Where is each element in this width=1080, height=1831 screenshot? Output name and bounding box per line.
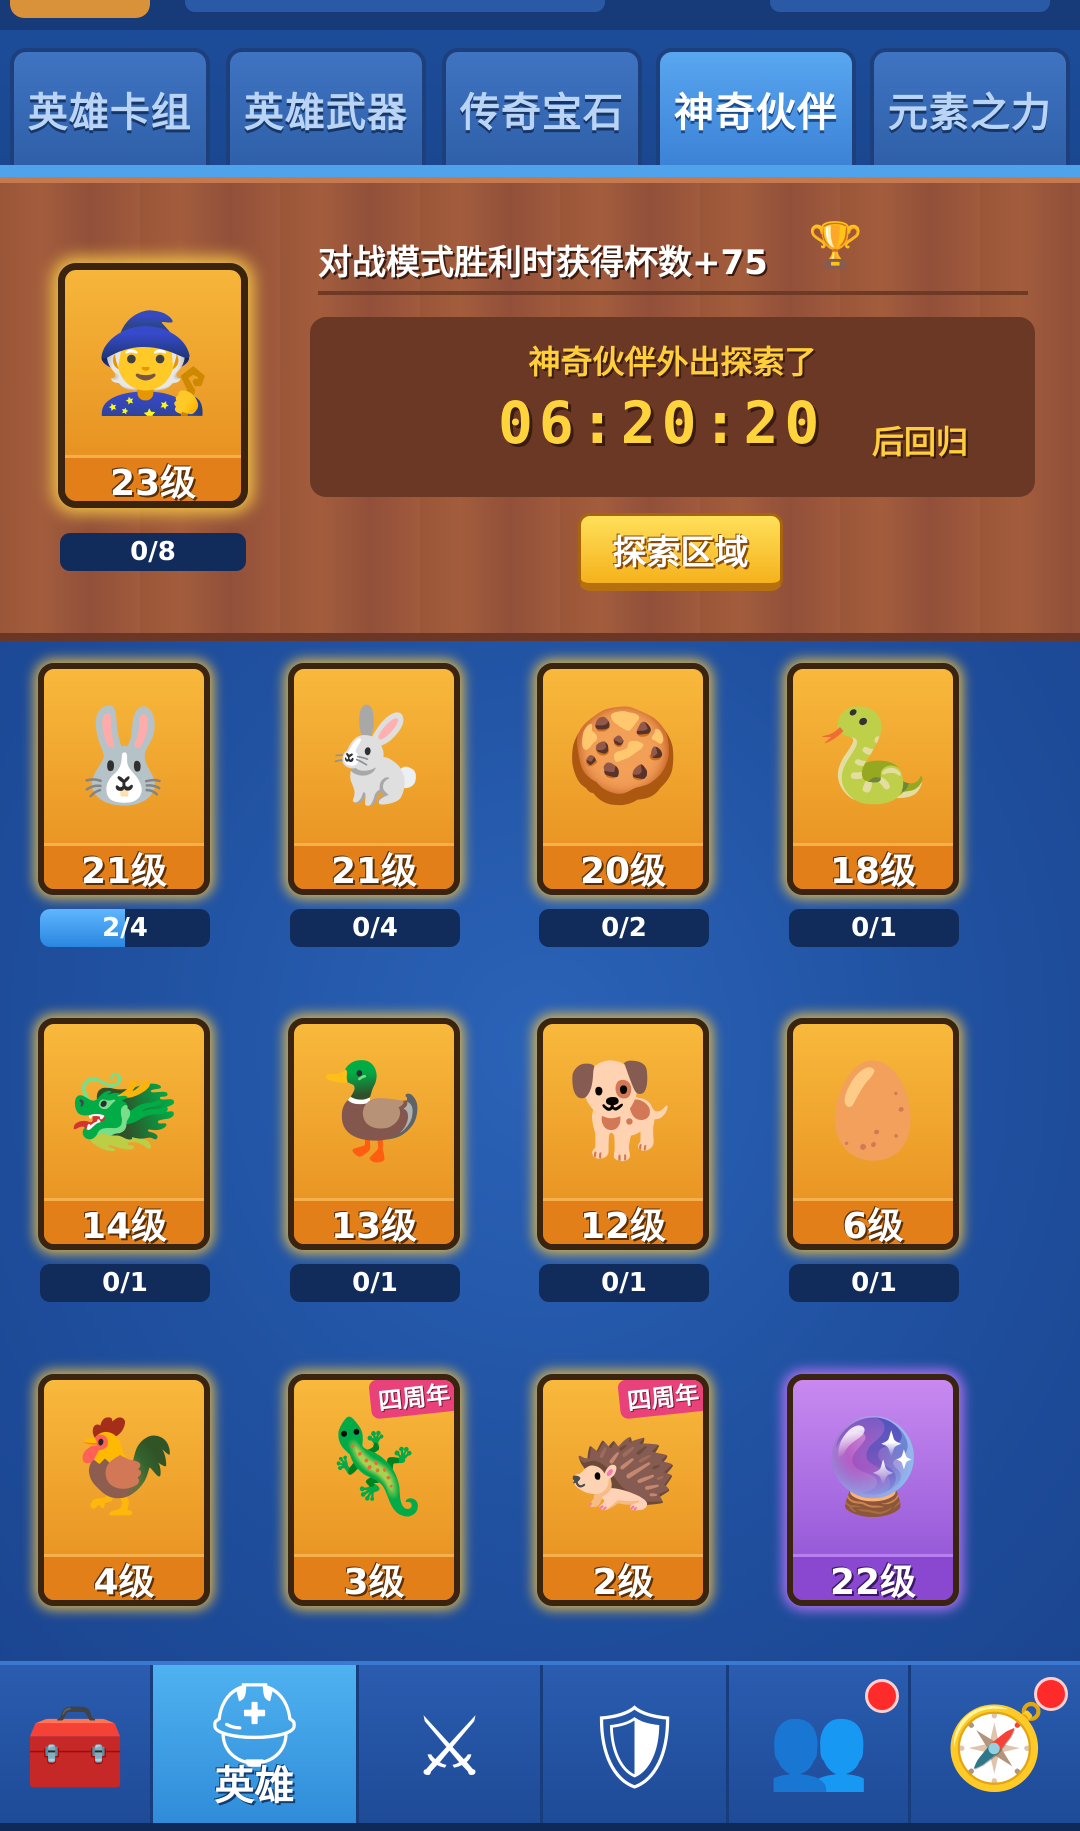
divider	[318, 291, 1028, 295]
companion-card[interactable]: 🐰 21级	[38, 663, 210, 895]
companion-card[interactable]: 🦎 四周年 3级	[288, 1374, 460, 1606]
resource-chip	[10, 0, 150, 18]
companion-progress-bar: 2/4	[40, 909, 210, 947]
tab-legend-gems[interactable]: 传奇宝石	[442, 48, 642, 166]
companion-card[interactable]: 🐕 12级	[537, 1018, 709, 1250]
companion-card[interactable]: 🦆 13级	[288, 1018, 460, 1250]
exploration-status-box: 神奇伙伴外出探索了 06:20:20 后回归	[310, 317, 1035, 497]
snake-icon: 🐍	[815, 702, 931, 809]
progress-label: 0/8	[130, 537, 176, 567]
notification-dot	[865, 1679, 899, 1713]
progress-label: 0/1	[352, 1268, 398, 1298]
golden-egg-icon: 🥚	[815, 1057, 931, 1164]
companion-level: 23级	[65, 455, 241, 501]
companion-card[interactable]: 🐍 18级	[787, 663, 959, 895]
crown-shield-icon: 🛡	[582, 1700, 687, 1795]
companion-level: 21级	[44, 843, 204, 889]
progress-label: 0/1	[851, 1268, 897, 1298]
nav-heroes-label: 英雄	[214, 1763, 295, 1809]
guild-banner-icon: 👥	[767, 1700, 870, 1795]
nav-shop[interactable]: 🧰	[0, 1665, 153, 1831]
tab-magic-companions[interactable]: 神奇伙伴	[656, 48, 856, 166]
companion-progress-bar: 0/1	[290, 1264, 460, 1302]
featured-progress-bar: 0/8	[60, 533, 246, 571]
tab-underline	[0, 165, 1080, 177]
companion-level: 21级	[294, 843, 454, 889]
compass-icon: 🧭	[944, 1700, 1047, 1795]
progress-label: 0/1	[851, 913, 897, 943]
return-timer: 06:20:20	[498, 389, 826, 457]
companion-card[interactable]: 🍪 20级	[537, 663, 709, 895]
companion-level: 20级	[543, 843, 703, 889]
companion-progress-bar: 0/1	[789, 909, 959, 947]
crystal-orb-icon: 🔮	[815, 1413, 931, 1520]
tab-elemental-power[interactable]: 元素之力	[870, 48, 1070, 166]
companion-level: 4级	[44, 1554, 204, 1600]
bonus-description: 对战模式胜利时获得杯数+75	[318, 243, 768, 283]
bottom-edge	[0, 1823, 1080, 1831]
bunny-tophat-icon: 🐰	[66, 702, 182, 809]
companion-level: 22级	[793, 1554, 953, 1600]
companion-progress-bar: 0/1	[789, 1264, 959, 1302]
progress-label: 0/1	[601, 1268, 647, 1298]
bottom-navigation: 🧰 ⛑ 英雄 ⚔ 🛡 👥 🧭	[0, 1661, 1080, 1831]
dog-icon: 🐕	[565, 1057, 681, 1164]
resource-bar	[185, 0, 605, 12]
companion-level: 2级	[543, 1554, 703, 1600]
progress-label: 2/4	[102, 913, 148, 943]
resource-bar	[770, 0, 1050, 12]
timer-suffix: 后回归	[872, 423, 969, 461]
companion-progress-bar: 0/4	[290, 909, 460, 947]
dragon-icon: 🐲	[66, 1057, 182, 1164]
bunny-bow-icon: 🐇	[316, 702, 432, 809]
companion-progress-bar: 0/1	[539, 1264, 709, 1302]
duck-icon: 🦆	[316, 1057, 432, 1164]
old-sage-icon: 🧙	[93, 306, 213, 419]
nav-rank[interactable]: 🛡	[543, 1665, 729, 1831]
top-resource-strip	[0, 0, 1080, 30]
companion-progress-bar: 0/2	[539, 909, 709, 947]
companion-card[interactable]: 🥚 6级	[787, 1018, 959, 1250]
companion-card[interactable]: 🔮 22级	[787, 1374, 959, 1606]
companion-card[interactable]: 🐓 4级	[38, 1374, 210, 1606]
progress-label: 0/2	[601, 913, 647, 943]
notification-dot	[1034, 1677, 1068, 1711]
featured-companion-panel: 🧙 23级 0/8 对战模式胜利时获得杯数+75 🏆 神奇伙伴外出探索了 06:…	[0, 177, 1080, 641]
gingerbread-icon: 🍪	[565, 702, 681, 809]
featured-companion-card[interactable]: 🧙 23级	[58, 263, 248, 508]
companion-card[interactable]: 🐇 21级	[288, 663, 460, 895]
companion-progress-bar: 0/1	[40, 1264, 210, 1302]
companion-level: 12级	[543, 1198, 703, 1244]
companion-card[interactable]: 🐲 14级	[38, 1018, 210, 1250]
progress-label: 0/1	[102, 1268, 148, 1298]
nav-battle[interactable]: ⚔	[359, 1665, 543, 1831]
exploration-status-text: 神奇伙伴外出探索了	[528, 343, 817, 381]
category-tabs: 英雄卡组 英雄武器 传奇宝石 神奇伙伴 元素之力	[0, 30, 1080, 166]
tab-hero-weapons[interactable]: 英雄武器	[226, 48, 426, 166]
companion-level: 6级	[793, 1198, 953, 1244]
rooster-icon: 🐓	[66, 1413, 182, 1520]
companion-grid: 🐰 21级 2/4 🐇 21级 0/4 🍪 20级 0/2 🐍 18级 0/1 …	[0, 641, 1080, 1661]
trophy-icon: 🏆	[808, 220, 863, 271]
explore-area-button[interactable]: 探索区域	[578, 513, 783, 591]
treasure-chest-icon: 🧰	[23, 1700, 127, 1795]
nav-heroes[interactable]: ⛑ 英雄	[153, 1665, 359, 1831]
companion-level: 18级	[793, 843, 953, 889]
companion-level: 3级	[294, 1554, 454, 1600]
companion-level: 14级	[44, 1198, 204, 1244]
crossed-swords-icon: ⚔	[412, 1700, 487, 1795]
companion-level: 13级	[294, 1198, 454, 1244]
progress-label: 0/4	[352, 913, 398, 943]
companion-card[interactable]: 🦔 四周年 2级	[537, 1374, 709, 1606]
tab-hero-deck[interactable]: 英雄卡组	[10, 48, 210, 166]
